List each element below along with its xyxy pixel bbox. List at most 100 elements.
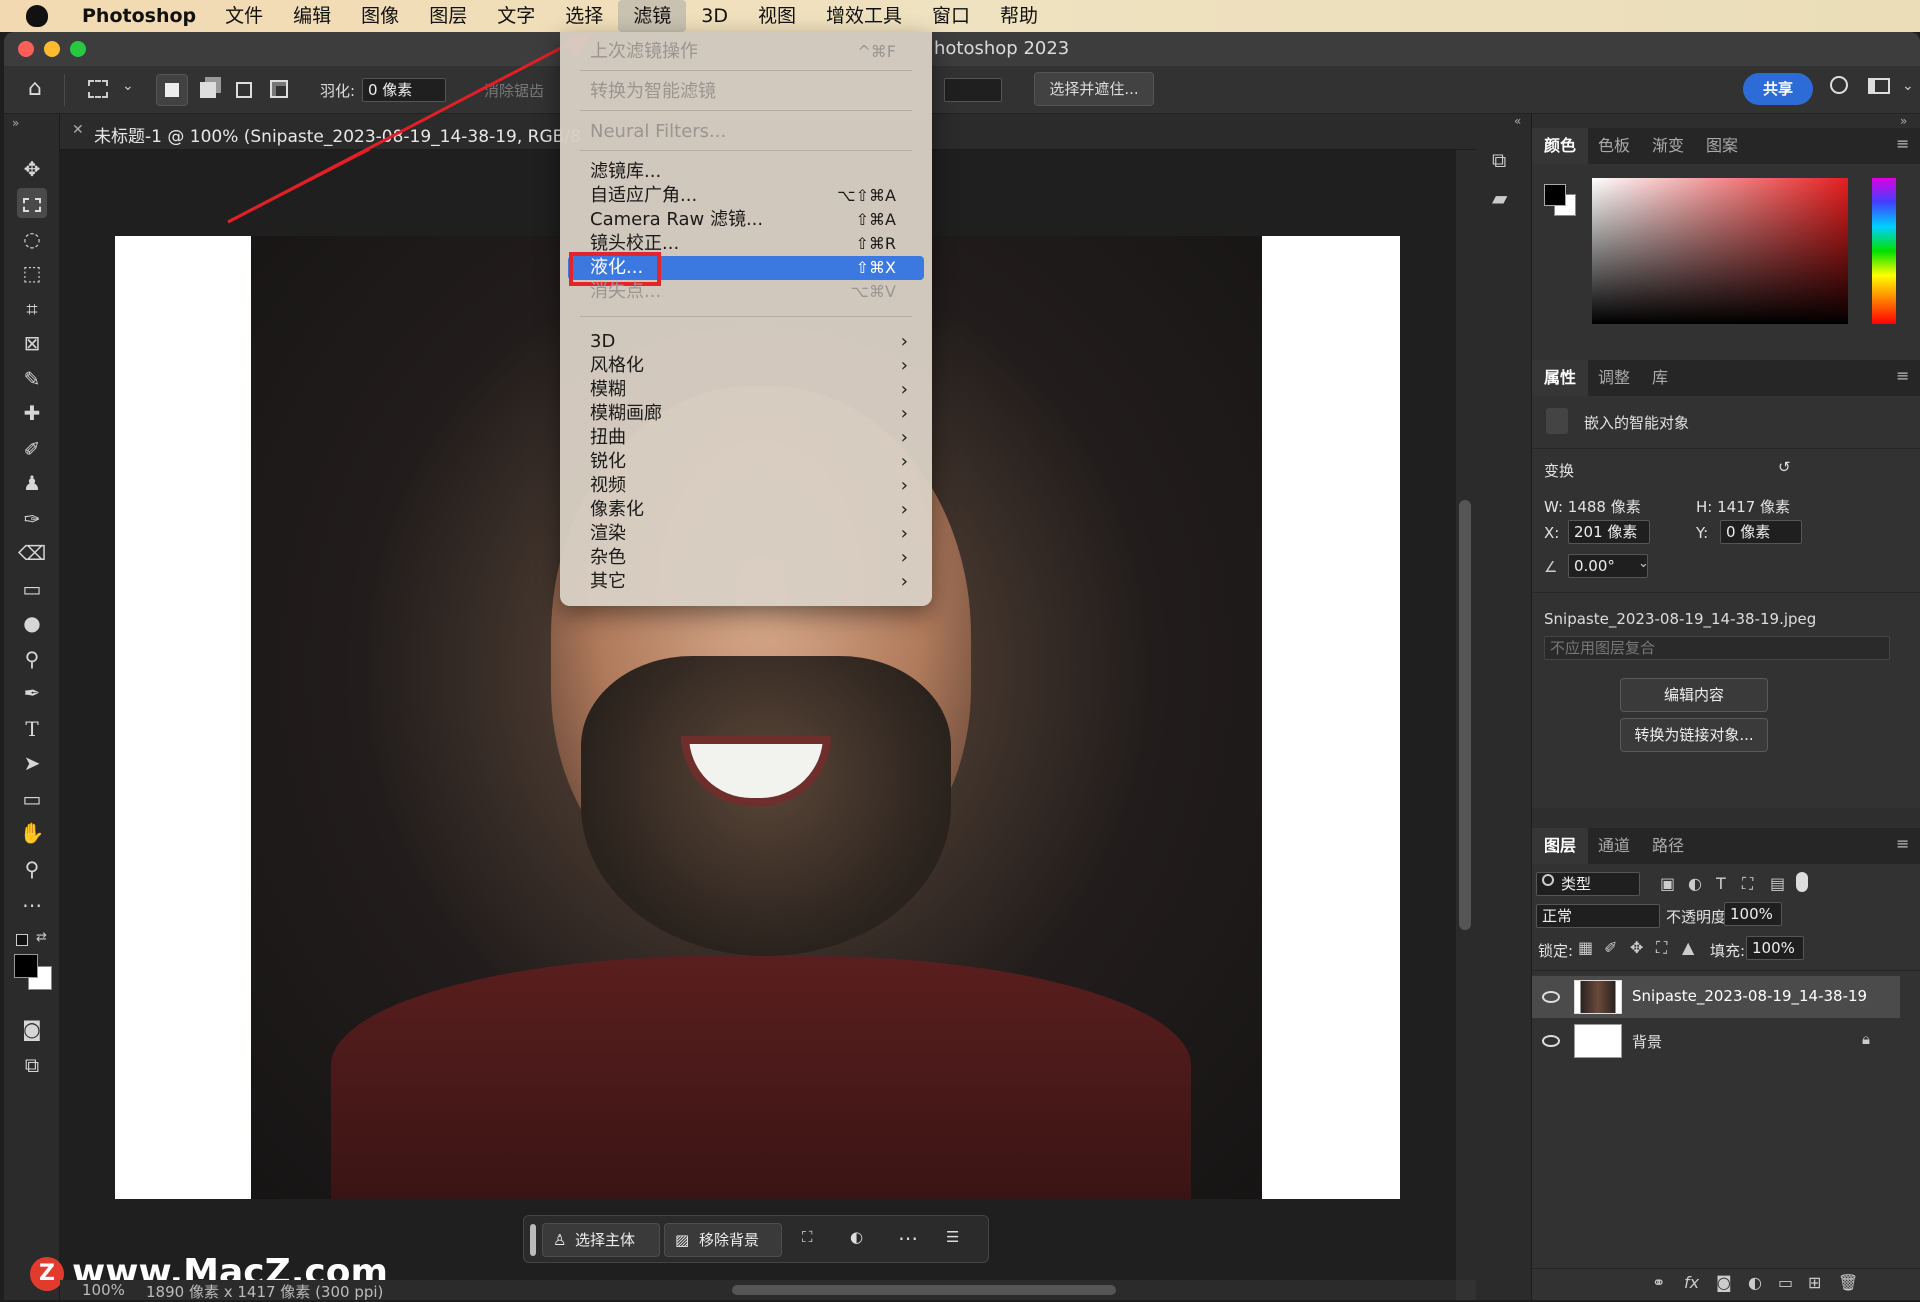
eye-icon[interactable] [1542,1035,1560,1047]
move-tool-icon[interactable]: ✥ [17,154,47,184]
stamp-tool-icon[interactable]: ♟ [17,468,47,498]
tab-swatches[interactable]: 色板 [1586,128,1642,164]
hue-slider[interactable] [1872,178,1896,324]
settings-sliders-icon[interactable]: ☰ [946,1228,959,1246]
blend-mode-select[interactable]: 正常 [1536,904,1660,928]
menu-item-adaptive-wide-angle[interactable]: 自适应广角... ⌥⇧⌘A [560,184,932,208]
hand-tool-icon[interactable]: ✋ [17,818,47,848]
menu-window[interactable]: 窗口 [917,0,985,32]
y-input[interactable]: 0 像素 [1720,520,1802,544]
menu-item-noise[interactable]: 杂色 › [560,546,932,570]
zoom-level[interactable]: 100% [82,1281,125,1299]
vertical-scrollbar[interactable] [1456,150,1476,1280]
menu-item-camera-raw[interactable]: Camera Raw 滤镜... ⇧⌘A [560,208,932,232]
shape-filter-icon[interactable]: ⛶ [1742,874,1753,894]
type-filter-icon[interactable]: T [1716,874,1726,893]
lock-position-icon[interactable]: ✥ [1630,938,1643,957]
fx-icon[interactable]: fx [1684,1273,1699,1292]
foreground-color-swatch[interactable] [14,954,38,978]
smart-object-filter-icon[interactable]: ▤ [1770,874,1785,893]
eye-icon[interactable] [1542,991,1560,1003]
tab-color[interactable]: 颜色 [1532,128,1589,164]
chevron-down-icon[interactable]: ⌄ [1902,78,1914,94]
marquee-preset-icon[interactable] [88,80,108,98]
gradient-tool-icon[interactable]: ▭ [17,574,47,604]
style-height-input[interactable] [944,78,1002,102]
menu-item-stylize[interactable]: 风格化 › [560,354,932,378]
collapse-icon[interactable]: » [12,116,19,130]
menu-item-last-filter[interactable]: 上次滤镜操作 ^⌘F [560,40,932,64]
panel-menu-icon[interactable]: ≡ [1896,834,1909,853]
foreground-color-swatch[interactable] [1544,184,1566,206]
select-and-mask-button[interactable]: 选择并遮住... [1034,72,1154,106]
pen-tool-icon[interactable]: ✒ [17,678,47,708]
reset-transform-icon[interactable]: ↺ [1778,458,1791,476]
adjustment-layer-icon[interactable]: ◐ [1748,1273,1762,1292]
menu-item-video[interactable]: 视频 › [560,474,932,498]
more-options-icon[interactable]: ⋯ [898,1226,918,1250]
type-tool-icon[interactable]: T [17,714,47,744]
menu-item-pixelate[interactable]: 像素化 › [560,498,932,522]
lock-pixels-icon[interactable]: ✐ [1604,938,1617,957]
layer-row[interactable]: Snipaste_2023-08-19_14-38-19 [1532,976,1900,1018]
menu-view[interactable]: 视图 [743,0,811,32]
menu-item-convert-smart-filter[interactable]: 转换为智能滤镜 [560,80,932,104]
fill-input[interactable]: 100% [1746,936,1804,960]
group-folder-icon[interactable]: ▭ [1778,1273,1793,1292]
expand-icon[interactable]: » [1900,114,1907,128]
menu-help[interactable]: 帮助 [985,0,1053,32]
convert-linked-button[interactable]: 转换为链接对象... [1620,718,1768,752]
more-tools-icon[interactable]: ⋯ [17,890,47,920]
new-selection-button[interactable] [156,74,188,106]
comments-icon[interactable]: ▰ [1492,186,1507,210]
opacity-input[interactable]: 100% [1724,902,1782,926]
object-selection-tool-icon[interactable]: ⬚ [17,258,47,288]
blur-tool-icon[interactable]: ● [17,608,47,638]
edit-contents-button[interactable]: 编辑内容 [1620,678,1768,712]
chevron-down-icon[interactable]: ⌄ [122,78,134,94]
select-subject-button[interactable]: ♙ 选择主体 [542,1223,660,1257]
trash-icon[interactable]: 🗑︎ [1838,1273,1858,1292]
eyedropper-tool-icon[interactable]: ✎ [17,364,47,394]
brush-tool-icon[interactable]: ✐ [17,434,47,464]
swap-colors-icon[interactable]: ⇄ [36,930,47,945]
menu-item-distort[interactable]: 扭曲 › [560,426,932,450]
menu-item-vanishing-point[interactable]: 消失点... ⌥⌘V [560,280,932,304]
quick-mask-icon[interactable]: ◙ [17,1014,47,1044]
menu-item-blur[interactable]: 模糊 › [560,378,932,402]
history-icon[interactable]: ⧉ [1492,148,1506,172]
search-icon[interactable] [1830,76,1848,94]
zoom-window-button[interactable] [70,41,86,57]
marquee-tool-icon[interactable] [17,188,47,218]
menu-item-3d[interactable]: 3D › [560,330,932,354]
panel-menu-icon[interactable]: ≡ [1896,366,1909,385]
menu-item-render[interactable]: 渲染 › [560,522,932,546]
menu-item-other[interactable]: 其它 › [560,570,932,594]
tab-layers[interactable]: 图层 [1532,828,1589,864]
color-field[interactable] [1592,178,1848,324]
remove-background-button[interactable]: ▨ 移除背景 [664,1223,782,1257]
lasso-tool-icon[interactable]: ◌ [17,224,47,254]
eraser-tool-icon[interactable]: ⌫ [17,538,47,568]
history-brush-tool-icon[interactable]: ✑ [17,504,47,534]
menu-filter[interactable]: 滤镜 [618,0,687,32]
workspace-icon[interactable] [1868,78,1890,94]
layer-comp-select[interactable]: 不应用图层复合 [1544,636,1890,660]
dodge-tool-icon[interactable]: ⚲ [17,644,47,674]
tab-adjustments[interactable]: 调整 [1586,360,1642,396]
tab-gradients[interactable]: 渐变 [1640,128,1696,164]
close-window-button[interactable] [18,41,34,57]
new-layer-icon[interactable]: ⊞ [1808,1273,1821,1292]
close-tab-icon[interactable]: ✕ [72,122,84,138]
menu-item-sharpen[interactable]: 锐化 › [560,450,932,474]
menu-3d[interactable]: 3D [686,0,743,32]
add-mask-icon[interactable]: ◙ [1716,1273,1732,1292]
menu-item-filter-gallery[interactable]: 滤镜库... [560,160,932,184]
minimize-window-button[interactable] [44,41,60,57]
link-layers-icon[interactable]: ⚭ [1652,1273,1665,1292]
rectangle-tool-icon[interactable]: ▭ [17,784,47,814]
path-selection-tool-icon[interactable]: ➤ [17,748,47,778]
zoom-tool-icon[interactable]: ⚲ [17,854,47,884]
lock-artboard-icon[interactable]: ⛶ [1656,938,1667,958]
lock-all-icon[interactable]: ▲ [1682,938,1694,957]
